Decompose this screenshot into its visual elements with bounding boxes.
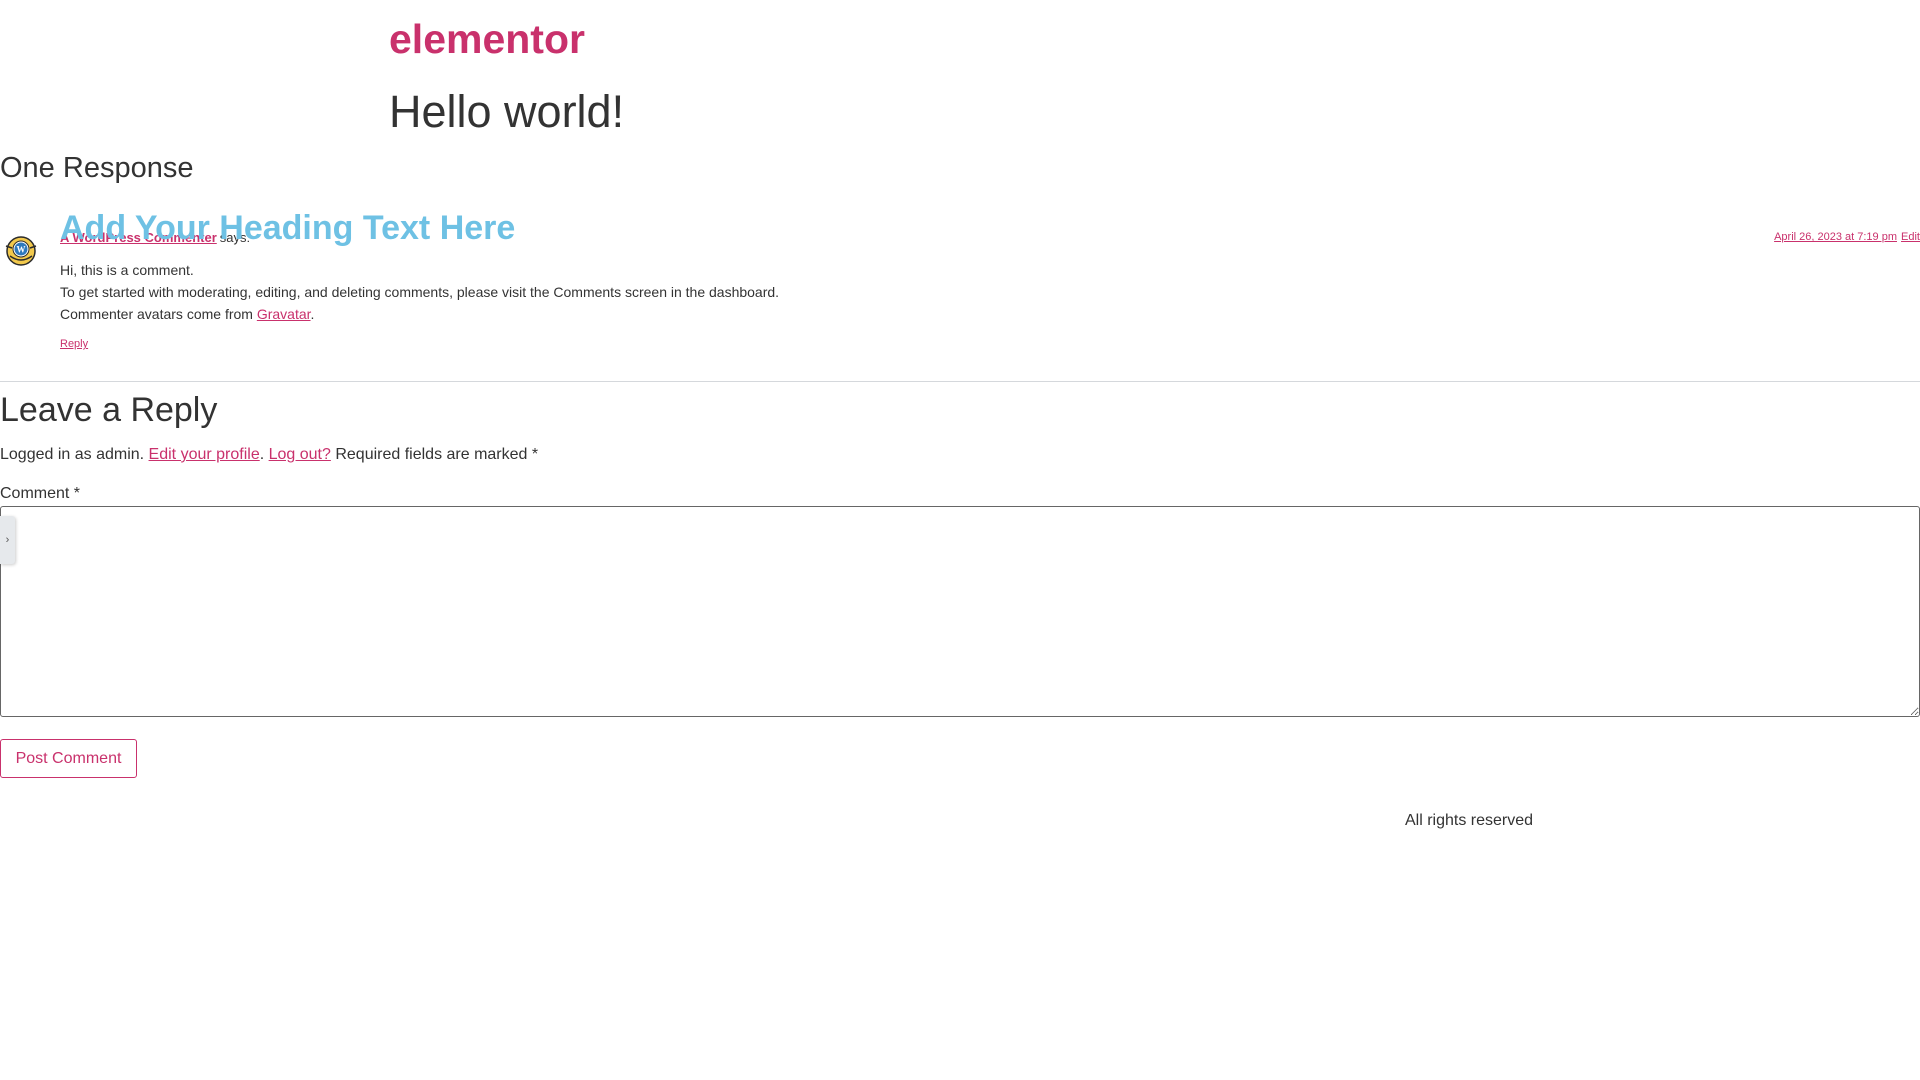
edit-profile-link[interactable]: Edit your profile — [149, 446, 260, 463]
comment-text-suffix: . — [310, 306, 315, 322]
comment-text-line: To get started with moderating, editing,… — [60, 284, 780, 300]
gravatar-link[interactable]: Gravatar — [257, 306, 311, 322]
comment-date-link[interactable]: April 26, 2023 at 7:19 pm — [1774, 230, 1897, 244]
comment-reply-link[interactable]: Reply — [60, 338, 88, 350]
comment-textarea[interactable] — [0, 506, 1920, 717]
logged-in-as: Logged in as admin. Edit your profile. L… — [0, 444, 538, 466]
wordpress-avatar-icon: W — [5, 236, 37, 266]
editor-panel-toggle[interactable]: › — [0, 516, 15, 564]
post-title: Hello world! — [389, 86, 625, 137]
svg-text:W: W — [17, 245, 26, 255]
post-comment-button[interactable]: Post Comment — [0, 739, 137, 778]
comment-author-link[interactable]: A WordPress Commenter — [60, 230, 217, 245]
site-title-link[interactable]: elementor — [389, 16, 585, 63]
footer-copyright: All rights reserved — [1405, 812, 1534, 829]
page: elementor Hello world! One Response Add … — [0, 0, 1920, 1080]
comments-title: One Response — [0, 152, 194, 184]
log-out-link[interactable]: Log out? — [269, 446, 331, 463]
comment-says: says: — [219, 230, 251, 245]
comment-text-line: Commenter avatars come from Gravatar. — [60, 303, 779, 325]
comment-text-prefix: Commenter avatars come from — [60, 306, 257, 322]
comment-body: Hi, this is a comment. To get started wi… — [60, 259, 779, 325]
required-fields-note: Required fields are marked * — [330, 446, 539, 463]
comment-edit-link[interactable]: Edit — [1901, 230, 1920, 244]
comment-meta: A WordPress Commenter says: — [60, 229, 250, 247]
section-divider — [0, 381, 1920, 382]
comment-field-label: Comment * — [0, 485, 81, 502]
comment-text-line: Hi, this is a comment. — [60, 262, 194, 278]
logged-in-separator: . — [259, 446, 269, 463]
reply-title: Leave a Reply — [0, 391, 218, 429]
commenter-avatar: W — [4, 234, 38, 268]
logged-in-text: Logged in as admin. — [0, 446, 149, 463]
chevron-right-icon: › — [5, 534, 10, 546]
